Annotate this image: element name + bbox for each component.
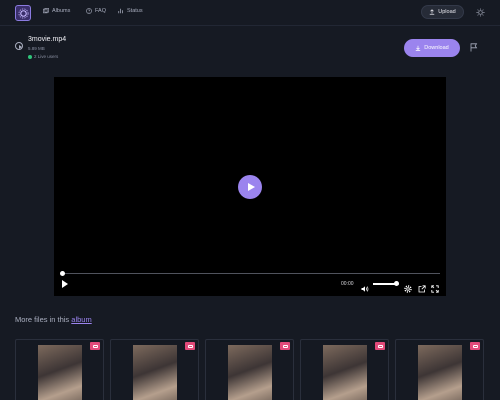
play-icon <box>247 183 255 191</box>
fullscreen-button[interactable] <box>431 280 439 293</box>
file-thumbnail[interactable] <box>395 339 484 400</box>
settings-icon <box>404 285 412 293</box>
video-badge-icon <box>280 342 290 350</box>
file-thumbnail[interactable] <box>110 339 199 400</box>
upload-icon <box>430 9 435 15</box>
upload-button[interactable]: Upload <box>421 5 464 19</box>
live-users: 2 Live users <box>34 54 59 59</box>
progress-bar[interactable] <box>62 273 440 274</box>
live-indicator-icon <box>28 55 32 59</box>
nav-albums[interactable]: Albums <box>43 8 70 14</box>
download-label: Download <box>424 45 449 51</box>
nav-status-label: Status <box>127 8 143 14</box>
help-icon <box>86 8 92 14</box>
progress-handle[interactable] <box>60 271 65 276</box>
file-thumbnail[interactable] <box>300 339 389 400</box>
file-name: 3movie.mp4 <box>28 36 67 43</box>
volume-icon <box>361 286 369 292</box>
external-link-icon <box>418 285 426 293</box>
nav-albums-label: Albums <box>52 8 71 14</box>
pip-button[interactable] <box>418 280 426 293</box>
albums-icon <box>43 8 49 14</box>
gear-icon <box>18 8 28 18</box>
video-badge-icon <box>90 342 100 350</box>
upload-label: Upload <box>438 9 456 15</box>
big-play-button[interactable] <box>238 175 262 199</box>
volume-handle[interactable] <box>394 281 400 286</box>
play-button[interactable] <box>62 280 70 289</box>
download-icon <box>416 45 421 51</box>
nav-divider <box>0 25 500 26</box>
play-icon <box>62 280 70 288</box>
logo[interactable] <box>15 5 31 21</box>
video-player[interactable]: 00:00 <box>54 77 446 296</box>
nav-status[interactable]: Status <box>118 8 143 14</box>
report-button[interactable] <box>469 42 479 52</box>
thumbnail-image <box>38 345 82 400</box>
thumbnail-image <box>133 345 177 400</box>
chart-icon <box>118 8 123 14</box>
album-link[interactable]: album <box>71 315 91 324</box>
more-files-prefix: More files in this <box>15 315 72 324</box>
thumbnail-image <box>228 345 272 400</box>
file-thumbnail[interactable] <box>205 339 294 400</box>
video-badge-icon <box>185 342 195 350</box>
video-badge-icon <box>375 342 385 350</box>
download-button[interactable]: Download <box>404 39 460 57</box>
thumbnail-image <box>323 345 367 400</box>
theme-toggle[interactable] <box>474 6 486 18</box>
thumbnail-image <box>418 345 462 400</box>
settings-button[interactable] <box>404 280 412 293</box>
video-badge-icon <box>470 342 480 350</box>
more-files-heading: More files in this album <box>15 315 92 324</box>
sun-icon <box>475 7 485 17</box>
volume-button[interactable] <box>361 280 369 292</box>
fullscreen-icon <box>431 285 439 293</box>
file-thumbnail[interactable] <box>15 339 104 400</box>
volume-level <box>373 283 397 285</box>
nav-faq[interactable]: FAQ <box>86 8 106 14</box>
flag-icon <box>470 42 478 51</box>
nav-faq-label: FAQ <box>95 8 107 14</box>
file-size: 5.89 MB <box>28 46 45 51</box>
current-time: 00:00 <box>341 281 354 287</box>
play-circle-icon <box>15 42 23 50</box>
